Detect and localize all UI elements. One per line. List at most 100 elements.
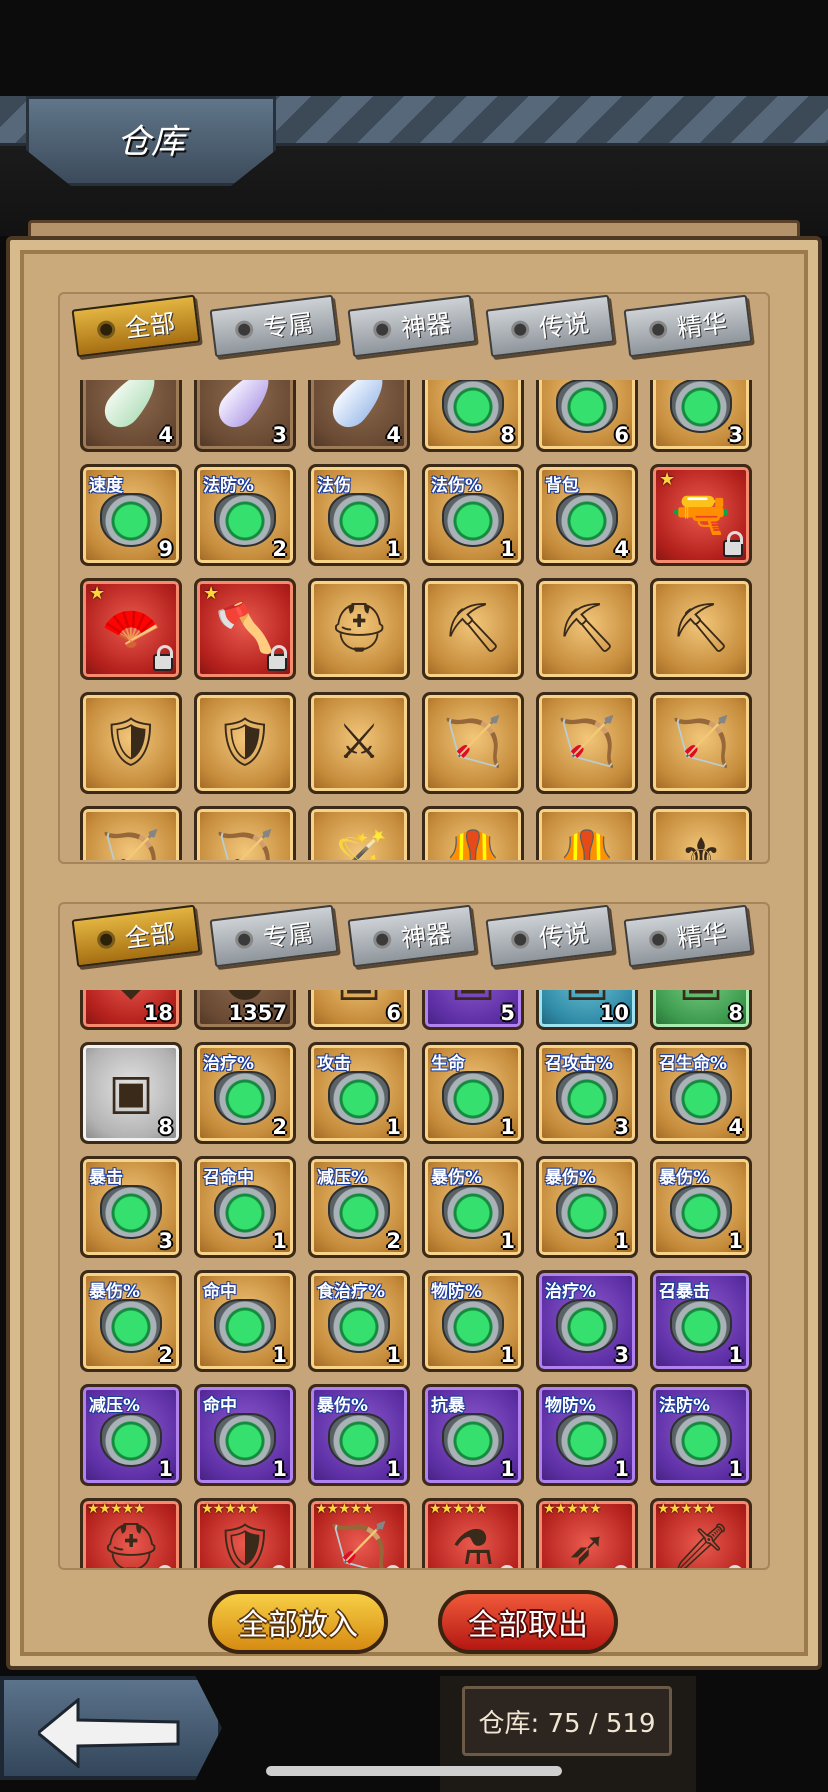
item-slot[interactable]: ▣6 — [308, 990, 410, 1030]
item-slot[interactable]: 🏹 — [80, 806, 182, 860]
item-slot[interactable]: ⛏ — [422, 578, 524, 680]
tab-exclusive[interactable]: 专属 — [209, 294, 339, 358]
essence-gem-icon — [556, 1070, 618, 1125]
item-slot[interactable]: 暴伤% 2 — [80, 1270, 182, 1372]
item-slot[interactable]: 暴伤% 1 — [650, 1156, 752, 1258]
item-slot[interactable]: 召命中 1 — [194, 1156, 296, 1258]
stat-tag: 治疗% — [203, 1054, 255, 1074]
item-slot[interactable]: 🏹 — [194, 806, 296, 860]
item-slot[interactable]: 命中 1 — [194, 1270, 296, 1372]
item-slot[interactable]: ➶ ★★★★★ — [536, 1498, 638, 1568]
item-slot[interactable]: 命中 1 — [194, 1384, 296, 1486]
item-slot[interactable]: ◆18 — [80, 990, 182, 1030]
item-slot[interactable]: 🛡 ★★★★★ — [194, 1498, 296, 1568]
item-slot[interactable]: 召生命% 4 — [650, 1042, 752, 1144]
star-icon: ★ — [659, 469, 676, 490]
tab-all[interactable]: 全部 — [71, 904, 201, 968]
item-slot[interactable]: 🪓 ★ — [194, 578, 296, 680]
item-slot[interactable]: ⚔ — [308, 692, 410, 794]
tab-exclusive[interactable]: 专属 — [209, 904, 339, 968]
item-slot[interactable]: ⛑ ★★★★★ — [80, 1498, 182, 1568]
item-slot[interactable]: 4 — [80, 380, 182, 452]
take-all-button[interactable]: 全部取出 — [438, 1590, 618, 1654]
tab-dot-icon — [648, 319, 669, 340]
item-slot[interactable]: 🦺 — [536, 806, 638, 860]
upper-item-grid: 4 3 4 8 6 3 速度 9 法防% 2 法伤 1 法伤% 1 背包 4 🔫 ★ 🪭 ★ 🪓 ★ ⛑ ⛏ ⛏ ⛏ 🛡 🛡 ⚔ 🏹 🏹 🏹 🏹… — [80, 380, 752, 860]
item-slot[interactable]: ⚜ — [650, 806, 752, 860]
item-slot[interactable]: 速度 9 — [80, 464, 182, 566]
item-slot[interactable]: ⛏ — [536, 578, 638, 680]
rarity-stars: ★★★★★ — [543, 1501, 602, 1517]
item-slot[interactable]: 召暴击 1 — [650, 1270, 752, 1372]
item-slot[interactable]: 🛡 — [80, 692, 182, 794]
tab-artifact[interactable]: 神器 — [347, 294, 477, 358]
tab-essence[interactable]: 精华 — [623, 904, 753, 968]
item-slot[interactable]: 6 — [536, 380, 638, 452]
item-slot[interactable]: 🔫 ★ — [650, 464, 752, 566]
item-slot[interactable]: 🪄 — [308, 806, 410, 860]
lower-item-scroll[interactable]: ◆18●1357▣6▣5▣10▣8▣8治疗%2攻击1生命1召攻击%3召生命%4暴… — [80, 990, 762, 1568]
item-slot[interactable]: 🏹 — [650, 692, 752, 794]
item-slot[interactable]: 暴伤% 1 — [308, 1384, 410, 1486]
item-slot[interactable]: ⛑ — [308, 578, 410, 680]
item-slot[interactable]: ▣10 — [536, 990, 638, 1030]
item-slot[interactable]: 🪭 ★ — [80, 578, 182, 680]
item-quantity: 8 — [728, 1001, 743, 1025]
item-slot[interactable]: 3 — [650, 380, 752, 452]
item-slot[interactable]: 暴击 3 — [80, 1156, 182, 1258]
stat-tag: 暴伤% — [545, 1168, 597, 1188]
item-slot[interactable]: 8 — [422, 380, 524, 452]
helmet-icon: ⛑ — [328, 600, 390, 657]
item-slot[interactable]: 治疗% 3 — [536, 1270, 638, 1372]
item-slot[interactable]: 暴伤% 1 — [422, 1156, 524, 1258]
item-slot[interactable]: 召攻击% 3 — [536, 1042, 638, 1144]
item-slot[interactable]: ●1357 — [194, 990, 296, 1030]
essence-gem-icon — [670, 1298, 732, 1353]
item-slot[interactable]: 🏹 — [422, 692, 524, 794]
item-slot[interactable]: 减压% 1 — [80, 1384, 182, 1486]
put-all-button[interactable]: 全部放入 — [208, 1590, 388, 1654]
item-slot[interactable]: 🦺 — [422, 806, 524, 860]
tab-legend[interactable]: 传说 — [485, 904, 615, 968]
item-slot[interactable]: 法伤 1 — [308, 464, 410, 566]
essence-gem-icon — [670, 1412, 732, 1467]
item-slot[interactable]: 🏹 ★★★★★ — [308, 1498, 410, 1568]
item-slot[interactable]: 攻击 1 — [308, 1042, 410, 1144]
item-slot[interactable]: 治疗% 2 — [194, 1042, 296, 1144]
item-slot[interactable]: 3 — [194, 380, 296, 452]
item-slot[interactable]: ▣8 — [650, 990, 752, 1030]
item-slot[interactable]: 法防% 2 — [194, 464, 296, 566]
back-button[interactable] — [0, 1676, 222, 1780]
item-slot[interactable]: 🏹 — [536, 692, 638, 794]
feather-icon — [97, 380, 165, 435]
item-slot[interactable]: 背包 4 — [536, 464, 638, 566]
item-slot[interactable]: 4 — [308, 380, 410, 452]
upper-tab-bar: 全部 专属 神器 传说 精华 — [71, 294, 764, 372]
tab-all[interactable]: 全部 — [71, 294, 201, 358]
tab-artifact[interactable]: 神器 — [347, 904, 477, 968]
item-slot[interactable]: 暴伤% 1 — [536, 1156, 638, 1258]
tab-legend[interactable]: 传说 — [485, 294, 615, 358]
item-quantity: 1 — [728, 1229, 743, 1253]
item-slot[interactable]: 🗡 ★★★★★ — [650, 1498, 752, 1568]
item-slot[interactable]: 法伤% 1 — [422, 464, 524, 566]
chest-icon: ▣ — [450, 990, 495, 1002]
item-slot[interactable]: 物防% 1 — [422, 1270, 524, 1372]
item-quantity: 1 — [272, 1229, 287, 1253]
item-slot[interactable]: ▣5 — [422, 990, 524, 1030]
item-slot[interactable]: 🛡 — [194, 692, 296, 794]
item-slot[interactable]: 食治疗% 1 — [308, 1270, 410, 1372]
item-slot[interactable]: 物防% 1 — [536, 1384, 638, 1486]
item-slot[interactable]: ⛏ — [650, 578, 752, 680]
item-slot[interactable]: ▣8 — [80, 1042, 182, 1144]
essence-gem-icon — [214, 1070, 276, 1125]
item-slot[interactable]: 减压% 2 — [308, 1156, 410, 1258]
status-bar-area — [0, 0, 828, 96]
upper-item-scroll[interactable]: 4 3 4 8 6 3 速度 9 法防% 2 法伤 1 法伤% 1 背包 4 🔫 ★ 🪭 ★ 🪓 ★ ⛑ ⛏ ⛏ ⛏ 🛡 🛡 ⚔ 🏹 🏹 🏹 🏹… — [80, 380, 762, 860]
item-slot[interactable]: 生命 1 — [422, 1042, 524, 1144]
item-slot[interactable]: 法防% 1 — [650, 1384, 752, 1486]
essence-gem-icon — [670, 1184, 732, 1239]
tab-essence[interactable]: 精华 — [623, 294, 753, 358]
item-slot[interactable]: ⚗ ★★★★★ — [422, 1498, 524, 1568]
item-slot[interactable]: 抗暴 1 — [422, 1384, 524, 1486]
